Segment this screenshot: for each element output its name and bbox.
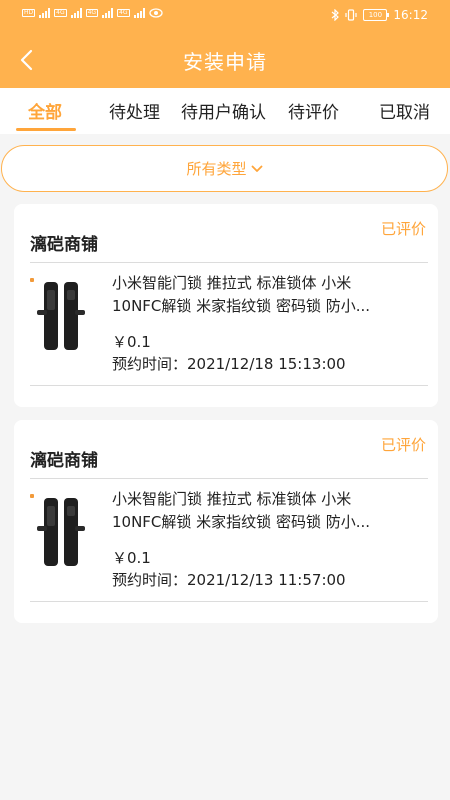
order-card[interactable]: 漓硙商铺 已评价 小米智能门锁 推拉式 标准锁体 小米 10NFC解锁 米家指纹… [14,420,438,623]
app-header: HD 4G 4G 4G 100 16:12 安装申请 [0,0,450,88]
vibrate-icon [345,9,358,21]
status-bar-left: HD 4G 4G 4G [22,8,163,18]
signal-icon [133,8,145,18]
appointment-time: 预约时间：2021/12/18 15:13:00 [112,355,346,373]
tab-all[interactable]: 全部 [28,98,62,123]
eye-icon [148,8,163,18]
store-name: 漓硙商铺 [30,451,98,471]
tab-cancelled[interactable]: 已取消 [379,98,430,123]
product-name-line: 10NFC解锁 米家指纹锁 密码锁 防小... [112,297,371,315]
product-name-line: 小米智能门锁 推拉式 标准锁体 小米 [112,490,352,508]
product-name-line: 小米智能门锁 推拉式 标准锁体 小米 [112,274,352,292]
order-card[interactable]: 漓硙商铺 已评价 小米智能门锁 推拉式 标准锁体 小米 10NFC解锁 米家指纹… [14,204,438,407]
tab-awaiting-user-confirmation[interactable]: 待用户确认 [181,98,266,123]
signal-icon [70,8,82,18]
store-name: 漓硙商铺 [30,235,98,255]
product-name-line: 10NFC解锁 米家指纹锁 密码锁 防小... [112,513,371,531]
network-tag: HD [22,9,36,17]
active-tab-indicator [16,128,76,131]
network-tag: 4G [85,9,99,17]
clock: 16:12 [393,8,428,22]
divider [30,262,428,263]
type-filter-dropdown[interactable]: 所有类型 [1,145,448,192]
product-price: ￥0.1 [112,549,151,567]
chevron-down-icon [251,165,262,172]
status-bar-right: 100 16:12 [331,8,428,22]
product-price: ￥0.1 [112,333,151,351]
tab-pending[interactable]: 待处理 [109,98,160,123]
network-tag: 4G [54,9,67,17]
status-bar: HD 4G 4G 4G 100 16:12 [0,0,450,32]
appointment-time: 预约时间：2021/12/13 11:57:00 [112,571,346,589]
order-status: 已评价 [380,220,426,238]
divider [30,601,428,602]
signal-icon [102,8,114,18]
product-name: 小米智能门锁 推拉式 标准锁体 小米 10NFC解锁 米家指纹锁 密码锁 防小.… [112,272,412,318]
network-tag: 4G [117,9,130,17]
bluetooth-icon [332,9,340,21]
product-image[interactable] [28,276,110,358]
battery-icon: 100 [363,9,390,21]
type-filter-label: 所有类型 [186,160,247,178]
product-name: 小米智能门锁 推拉式 标准锁体 小米 10NFC解锁 米家指纹锁 密码锁 防小.… [112,488,412,534]
order-status: 已评价 [380,436,426,454]
nav-bar: 安装申请 [0,32,450,88]
signal-icon [39,8,51,18]
divider [30,385,428,386]
page-title: 安装申请 [183,50,267,74]
product-image[interactable] [28,492,110,574]
divider [30,478,428,479]
tab-awaiting-review[interactable]: 待评价 [288,98,339,123]
